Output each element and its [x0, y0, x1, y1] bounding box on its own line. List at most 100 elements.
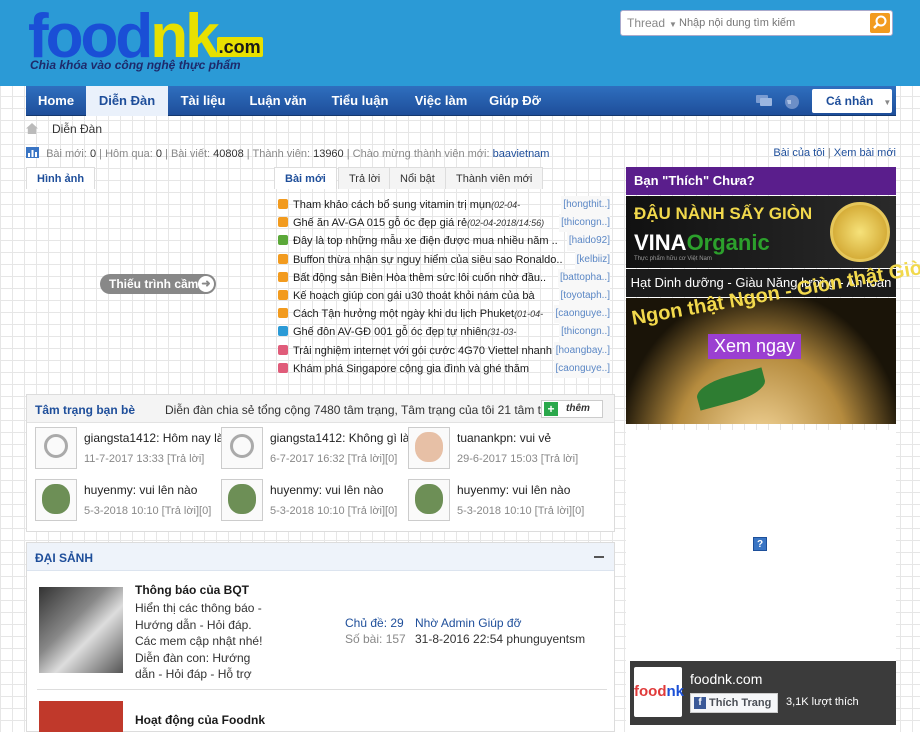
nav-essays[interactable]: Tiểu luận — [318, 86, 402, 116]
nav-thesis[interactable]: Luận văn — [238, 86, 318, 116]
nav-icons — [755, 92, 800, 113]
post-author[interactable]: [kelbiiz] — [574, 250, 610, 269]
breadcrumb-current[interactable]: Diễn Đàn — [52, 122, 102, 136]
latest-post-item[interactable]: Khám phá Singapore cộng gia đình và ghé … — [278, 359, 614, 378]
post-author[interactable]: [haido92] — [566, 232, 610, 251]
post-title[interactable]: Ghế ăn AV-GA 015 gỗ óc đẹp giá rẻ — [293, 217, 467, 229]
mood-meta[interactable]: 5-3-2018 10:10 [Trả lời][0] — [84, 505, 211, 517]
nav-forum[interactable]: Diễn Đàn — [86, 86, 168, 116]
avatar[interactable] — [221, 479, 263, 521]
post-title[interactable]: Tham khảo cách bổ sung vitamin trị mụn — [293, 199, 491, 211]
latest-post-item[interactable]: Đây là top những mẫu xe điện được mua nh… — [278, 232, 614, 251]
post-icon — [278, 308, 288, 319]
fb-page-name[interactable]: foodnk.com — [690, 671, 762, 687]
lobby-section: ĐẠI SẢNH Thông báo của BQT Hiển thị các … — [26, 542, 615, 732]
post-icon — [278, 362, 288, 373]
post-title[interactable]: Cách Tận hưởng một ngày khi du lịch Phuk… — [293, 308, 514, 320]
post-author[interactable]: [battopha..] — [557, 268, 610, 287]
stat-posts-label: Bài viết: — [170, 148, 211, 160]
fb-like-count: 3,1K lượt thích — [786, 696, 859, 708]
tab-featured[interactable]: Nổi bật — [389, 167, 446, 189]
avatar[interactable] — [221, 427, 263, 469]
globe-icon[interactable] — [784, 94, 800, 110]
post-title[interactable]: Đây là top những mẫu xe điện được mua nh… — [293, 235, 558, 247]
last-post-link[interactable]: Nhờ Admin Giúp đỡ — [415, 616, 521, 630]
ad3-cta-button[interactable]: Xem ngay — [708, 334, 802, 359]
mood-text: giangsta1412: Hôm nay là — [84, 431, 224, 445]
post-icon — [278, 199, 288, 209]
avatar[interactable] — [408, 479, 450, 521]
account-menu[interactable]: Cá nhân ▼ — [812, 89, 892, 113]
forum-thumbnail[interactable] — [39, 587, 123, 673]
mood-meta[interactable]: 5-3-2018 10:10 [Trả lời][0] — [457, 505, 584, 517]
stat-posts: 40808 — [213, 148, 244, 160]
mood-meta[interactable]: 5-3-2018 10:10 [Trả lời][0] — [270, 505, 397, 517]
chat-icon[interactable] — [755, 92, 773, 110]
my-posts-link[interactable]: Bài của tôi — [773, 147, 824, 159]
latest-post-item[interactable]: Ghế ăn AV-GA 015 gỗ óc đẹp giá rẻ(02-04-… — [278, 214, 614, 233]
latest-post-item[interactable]: Cách Tận hưởng một ngày khi du lịch Phuk… — [278, 305, 614, 324]
latest-post-item[interactable]: Buffon thừa nhận sự nguy hiểm của siêu s… — [278, 250, 614, 269]
mood-text: tuanankpn: vui vẻ — [457, 431, 552, 445]
post-author[interactable]: [hongthit..] — [561, 196, 610, 215]
post-author[interactable]: [hoangbay..] — [553, 341, 610, 360]
home-icon[interactable] — [26, 123, 38, 134]
post-title[interactable]: Kế hoạch giúp con gái u30 thoát khỏi nám… — [293, 290, 535, 302]
mood-meta[interactable]: 29-6-2017 15:03 [Trả lời] — [457, 453, 578, 465]
tab-new-members[interactable]: Thành viên mới — [445, 167, 544, 189]
nav-help[interactable]: Giúp Đỡ — [480, 86, 550, 116]
collapse-icon[interactable] — [594, 556, 604, 558]
post-author[interactable]: [toyotaph..] — [558, 286, 610, 306]
avatar[interactable] — [35, 427, 77, 469]
post-title[interactable]: Trải nghiệm internet với gói cước 4G70 V… — [293, 345, 552, 357]
search-button[interactable] — [870, 13, 890, 33]
mood-meta[interactable]: 6-7-2017 16:32 [Trả lời][0] — [270, 453, 397, 465]
post-title[interactable]: Bất động sản Biên Hòa thêm sức lôi cuốn … — [293, 272, 546, 284]
tab-replies[interactable]: Trả lời — [338, 167, 392, 189]
search-scope-select[interactable]: Thread ▼ — [627, 16, 677, 30]
tab-latest[interactable]: Bài mới — [274, 167, 337, 189]
mood-text: huyenmy: vui lên nào — [84, 483, 198, 497]
logo-com: .com — [216, 37, 263, 57]
add-mood-button[interactable]: + thêm — [541, 400, 603, 418]
latest-post-item[interactable]: Kế hoạch giúp con gái u30 thoát khỏi nám… — [278, 286, 614, 306]
mood-meta[interactable]: 11-7-2017 13:33 [Trả lời] — [84, 453, 204, 465]
post-author[interactable]: [thicongn..] — [559, 214, 610, 233]
latest-post-item[interactable]: Bất động sản Biên Hòa thêm sức lôi cuốn … — [278, 268, 614, 287]
post-author[interactable]: [thicongn..] — [559, 323, 610, 342]
ad1-headline: ĐẬU NÀNH SẤY GIÒN — [634, 204, 813, 223]
latest-post-item[interactable]: Trải nghiệm internet với gói cước 4G70 V… — [278, 341, 614, 360]
stat-members-label: Thành viên: — [252, 148, 311, 160]
fb-like-button[interactable]: f Thích Trang — [690, 693, 778, 713]
view-new-link[interactable]: Xem bài mới — [834, 147, 896, 159]
nav-home[interactable]: Home — [26, 86, 86, 116]
forum-title-bqt[interactable]: Thông báo của BQT — [135, 583, 249, 597]
post-title[interactable]: Khám phá Singapore cộng gia đình và ghé … — [293, 363, 529, 375]
fb-like-label: Thích Trang — [709, 697, 772, 709]
ad-banner-3[interactable]: Ngon thật Ngon - Giòn thật Giòn Xem ngay — [626, 255, 920, 424]
tagline: Chìa khóa vào công nghệ thực phẩm — [30, 58, 241, 72]
newest-member-link[interactable]: baavietnam — [493, 148, 550, 160]
avatar[interactable] — [408, 427, 450, 469]
avatar[interactable] — [35, 479, 77, 521]
search-icon — [873, 15, 887, 29]
stat-welcome: Chào mừng thành viên mới: — [352, 148, 490, 160]
post-title[interactable]: Buffon thừa nhận sự nguy hiểm của siêu s… — [293, 254, 563, 266]
leaf-icon — [693, 367, 769, 411]
nav-documents[interactable]: Tài liệu — [168, 86, 238, 116]
latest-post-item[interactable]: Tham khảo cách bổ sung vitamin trị mụn(0… — [278, 196, 614, 215]
fb-page-logo[interactable]: foodnk — [634, 667, 684, 717]
slideshow-button[interactable]: Thiếu trình cầm ➜ — [100, 274, 216, 294]
nav-jobs[interactable]: Việc làm — [402, 86, 480, 116]
post-author[interactable]: [caonguye..] — [553, 359, 610, 378]
latest-post-item[interactable]: Ghế đôn AV-GĐ 001 gỗ óc đẹp tự nhiên(31-… — [278, 323, 614, 342]
post-author[interactable]: [caonguye..] — [553, 305, 610, 324]
forum-title-activities[interactable]: Hoạt động của Foodnk — [135, 713, 265, 727]
search-input[interactable] — [679, 14, 859, 32]
forum-thumbnail[interactable] — [39, 701, 123, 732]
tab-images[interactable]: Hình ảnh — [26, 167, 96, 189]
fb-logo-b: nk — [666, 683, 684, 700]
post-title[interactable]: Ghế đôn AV-GĐ 001 gỗ óc đẹp tự nhiên — [293, 326, 487, 338]
help-icon[interactable]: ? — [753, 537, 767, 551]
ad-banner-1[interactable]: ĐẬU NÀNH SẤY GIÒN VINAOrganic Thực phẩm … — [626, 196, 896, 268]
